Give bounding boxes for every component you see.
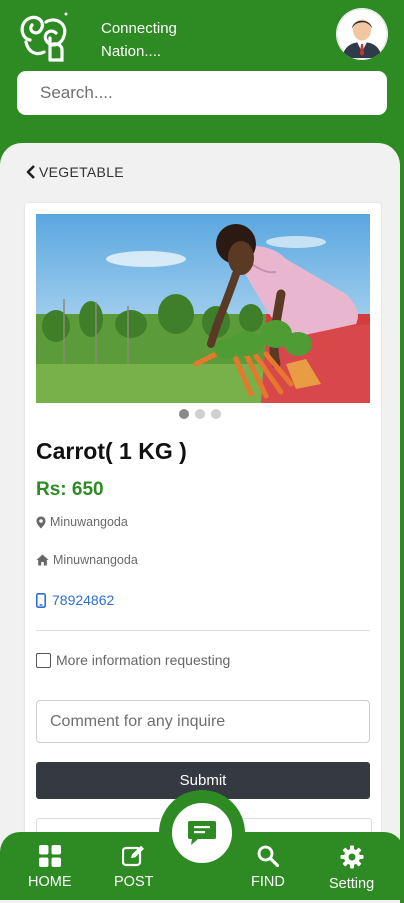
- nav-home[interactable]: HOME: [28, 845, 72, 890]
- grid-icon: [38, 845, 61, 867]
- more-info-checkbox[interactable]: [36, 652, 51, 668]
- breadcrumb-label: VEGETABLE: [39, 164, 124, 180]
- carousel-dot-1[interactable]: [179, 409, 189, 419]
- nav-post-label: POST: [114, 874, 154, 890]
- chat-button-inner: [176, 807, 228, 859]
- phone-number: 78924862: [52, 592, 115, 608]
- map-pin-icon: [36, 516, 46, 528]
- tagline-line-1: Connecting: [101, 20, 177, 37]
- chevron-left-icon: [26, 165, 35, 179]
- chat-icon: [188, 821, 216, 845]
- user-avatar[interactable]: [336, 8, 388, 60]
- nav-post[interactable]: POST: [114, 845, 153, 890]
- product-price: Rs: 650: [36, 479, 104, 500]
- location-text: Minuwangoda: [50, 515, 128, 529]
- product-title: Carrot( 1 KG ): [36, 438, 187, 464]
- nav-home-label: HOME: [28, 874, 72, 890]
- carousel-indicator: [179, 409, 221, 419]
- search-icon: [257, 845, 279, 867]
- gear-icon: [340, 845, 364, 869]
- product-address: Minuwnangoda: [36, 553, 138, 567]
- search-input[interactable]: [17, 71, 387, 115]
- nav-find[interactable]: FIND: [251, 845, 285, 890]
- nav-find-label: FIND: [251, 874, 285, 890]
- section-divider: [36, 630, 370, 631]
- app-tagline: Connecting Nation....: [101, 17, 177, 63]
- more-info-label: More information requesting: [56, 652, 231, 668]
- tagline-line-2: Nation....: [101, 43, 162, 60]
- carousel-dot-3[interactable]: [211, 409, 221, 419]
- product-location: Minuwangoda: [36, 515, 128, 529]
- mobile-phone-icon: [36, 592, 46, 608]
- edit-icon: [122, 845, 145, 867]
- comment-input[interactable]: [36, 700, 370, 743]
- home-icon: [36, 554, 49, 566]
- carousel-dot-2[interactable]: [195, 409, 205, 419]
- more-info-checkbox-row[interactable]: More information requesting: [36, 652, 230, 668]
- nav-setting[interactable]: Setting: [329, 845, 374, 892]
- product-image-carousel[interactable]: [36, 214, 370, 403]
- nav-setting-label: Setting: [329, 876, 375, 892]
- product-phone-link[interactable]: 78924862: [36, 592, 114, 608]
- app-logo[interactable]: [16, 8, 72, 64]
- back-breadcrumb[interactable]: VEGETABLE: [26, 163, 124, 181]
- address-text: Minuwnangoda: [53, 553, 138, 567]
- chat-button[interactable]: [167, 798, 237, 868]
